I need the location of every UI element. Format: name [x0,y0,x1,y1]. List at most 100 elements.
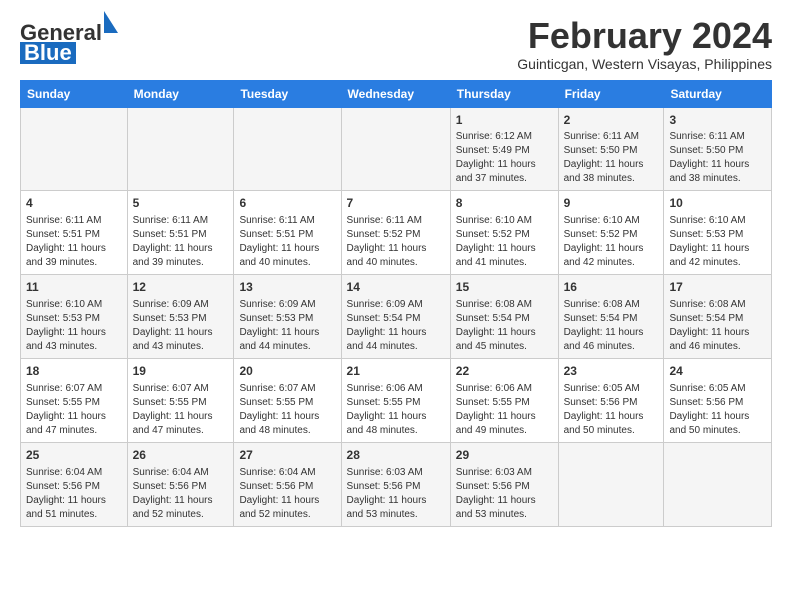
calendar-cell: 15 Sunrise: 6:08 AM Sunset: 5:54 PM Dayli… [450,275,558,359]
header-tuesday: Tuesday [234,80,341,107]
month-title: February 2024 [517,16,772,56]
calendar-cell: 2Sunrise: 6:11 AM Sunset: 5:50 PM Daylig… [558,107,664,191]
day-info: Sunrise: 6:05 AM Sunset: 5:56 PM Dayligh… [564,382,659,438]
calendar-cell: 29 Sunrise: 6:03 AM Sunset: 5:56 PM Dayli… [450,442,558,526]
logo: General Blue [20,20,104,64]
calendar-cell: 25 Sunrise: 6:04 AM Sunset: 5:56 PM Dayli… [21,442,128,526]
day-number: 24 [669,363,766,380]
header-monday: Monday [127,80,234,107]
day-info: Sunrise: 6:10 AM Sunset: 5:53 PM Dayligh… [669,214,766,270]
day-info: Sunrise: 6:10 AM Sunset: 5:52 PM Dayligh… [564,214,659,270]
day-info: Sunrise: 6:06 AM Sunset: 5:55 PM Dayligh… [456,382,553,438]
day-info: Sunrise: 6:04 AM Sunset: 5:56 PM Dayligh… [26,466,122,522]
calendar-cell: 17 Sunrise: 6:08 AM Sunset: 5:54 PM Dayli… [664,275,772,359]
day-number: 11 [26,279,122,296]
calendar-cell: 19Sunrise: 6:07 AM Sunset: 5:55 PM Dayli… [127,358,234,442]
day-number: 1 [456,112,553,129]
calendar-cell: 3Sunrise: 6:11 AM Sunset: 5:50 PM Daylig… [664,107,772,191]
day-info: Sunrise: 6:09 AM Sunset: 5:53 PM Dayligh… [133,298,229,354]
calendar-cell: 13Sunrise: 6:09 AM Sunset: 5:53 PM Dayli… [234,275,341,359]
calendar-cell [127,107,234,191]
calendar-cell: 11 Sunrise: 6:10 AM Sunset: 5:53 PM Dayli… [21,275,128,359]
day-number: 17 [669,279,766,296]
day-number: 20 [239,363,335,380]
day-info: Sunrise: 6:11 AM Sunset: 5:50 PM Dayligh… [669,130,766,186]
calendar-cell: 7 Sunrise: 6:11 AM Sunset: 5:52 PM Daylig… [341,191,450,275]
calendar-cell [558,442,664,526]
day-number: 27 [239,447,335,464]
header-wednesday: Wednesday [341,80,450,107]
day-info: Sunrise: 6:10 AM Sunset: 5:53 PM Dayligh… [26,298,122,354]
calendar-cell [21,107,128,191]
calendar-week-1: 1Sunrise: 6:12 AM Sunset: 5:49 PM Daylig… [21,107,772,191]
day-number: 5 [133,195,229,212]
title-area: February 2024 Guinticgan, Western Visaya… [517,16,772,72]
calendar-cell: 22 Sunrise: 6:06 AM Sunset: 5:55 PM Dayli… [450,358,558,442]
calendar-week-2: 4 Sunrise: 6:11 AM Sunset: 5:51 PM Daylig… [21,191,772,275]
calendar-week-3: 11 Sunrise: 6:10 AM Sunset: 5:53 PM Dayli… [21,275,772,359]
day-number: 8 [456,195,553,212]
day-number: 4 [26,195,122,212]
day-info: Sunrise: 6:11 AM Sunset: 5:51 PM Dayligh… [133,214,229,270]
calendar-week-4: 18 Sunrise: 6:07 AM Sunset: 5:55 PM Dayli… [21,358,772,442]
calendar-cell: 27 Sunrise: 6:04 AM Sunset: 5:56 PM Dayli… [234,442,341,526]
calendar-cell: 23Sunrise: 6:05 AM Sunset: 5:56 PM Dayli… [558,358,664,442]
day-info: Sunrise: 6:07 AM Sunset: 5:55 PM Dayligh… [239,382,335,438]
day-info: Sunrise: 6:07 AM Sunset: 5:55 PM Dayligh… [133,382,229,438]
day-number: 15 [456,279,553,296]
day-info: Sunrise: 6:08 AM Sunset: 5:54 PM Dayligh… [564,298,659,354]
day-info: Sunrise: 6:11 AM Sunset: 5:52 PM Dayligh… [347,214,445,270]
day-info: Sunrise: 6:08 AM Sunset: 5:54 PM Dayligh… [456,298,553,354]
day-number: 9 [564,195,659,212]
day-number: 2 [564,112,659,129]
day-info: Sunrise: 6:03 AM Sunset: 5:56 PM Dayligh… [456,466,553,522]
day-number: 29 [456,447,553,464]
header-row: Sunday Monday Tuesday Wednesday Thursday… [21,80,772,107]
day-info: Sunrise: 6:06 AM Sunset: 5:55 PM Dayligh… [347,382,445,438]
header-sunday: Sunday [21,80,128,107]
calendar-cell: 6Sunrise: 6:11 AM Sunset: 5:51 PM Daylig… [234,191,341,275]
day-number: 14 [347,279,445,296]
day-info: Sunrise: 6:04 AM Sunset: 5:56 PM Dayligh… [133,466,229,522]
calendar-cell: 12 Sunrise: 6:09 AM Sunset: 5:53 PM Dayli… [127,275,234,359]
page-header: General Blue February 2024 Guinticgan, W… [20,16,772,72]
header-thursday: Thursday [450,80,558,107]
day-number: 21 [347,363,445,380]
day-number: 25 [26,447,122,464]
calendar-cell: 28Sunrise: 6:03 AM Sunset: 5:56 PM Dayli… [341,442,450,526]
calendar-cell: 20 Sunrise: 6:07 AM Sunset: 5:55 PM Dayli… [234,358,341,442]
calendar-cell: 10 Sunrise: 6:10 AM Sunset: 5:53 PM Dayli… [664,191,772,275]
day-number: 7 [347,195,445,212]
calendar-cell [341,107,450,191]
calendar-cell: 4 Sunrise: 6:11 AM Sunset: 5:51 PM Daylig… [21,191,128,275]
day-info: Sunrise: 6:07 AM Sunset: 5:55 PM Dayligh… [26,382,122,438]
day-number: 3 [669,112,766,129]
location-subtitle: Guinticgan, Western Visayas, Philippines [517,56,772,72]
day-info: Sunrise: 6:05 AM Sunset: 5:56 PM Dayligh… [669,382,766,438]
calendar-cell: 8 Sunrise: 6:10 AM Sunset: 5:52 PM Daylig… [450,191,558,275]
day-info: Sunrise: 6:11 AM Sunset: 5:51 PM Dayligh… [26,214,122,270]
day-info: Sunrise: 6:10 AM Sunset: 5:52 PM Dayligh… [456,214,553,270]
calendar-cell: 21 Sunrise: 6:06 AM Sunset: 5:55 PM Dayli… [341,358,450,442]
calendar-cell: 1Sunrise: 6:12 AM Sunset: 5:49 PM Daylig… [450,107,558,191]
day-number: 10 [669,195,766,212]
calendar-cell: 24 Sunrise: 6:05 AM Sunset: 5:56 PM Dayli… [664,358,772,442]
day-number: 12 [133,279,229,296]
day-number: 26 [133,447,229,464]
calendar-table: Sunday Monday Tuesday Wednesday Thursday… [20,80,772,527]
calendar-cell: 26 Sunrise: 6:04 AM Sunset: 5:56 PM Dayli… [127,442,234,526]
day-number: 16 [564,279,659,296]
day-number: 6 [239,195,335,212]
day-info: Sunrise: 6:09 AM Sunset: 5:54 PM Dayligh… [347,298,445,354]
day-number: 22 [456,363,553,380]
calendar-cell: 18 Sunrise: 6:07 AM Sunset: 5:55 PM Dayli… [21,358,128,442]
day-number: 18 [26,363,122,380]
calendar-cell: 14 Sunrise: 6:09 AM Sunset: 5:54 PM Dayli… [341,275,450,359]
logo-blue: Blue [24,40,72,66]
day-info: Sunrise: 6:04 AM Sunset: 5:56 PM Dayligh… [239,466,335,522]
day-number: 13 [239,279,335,296]
header-saturday: Saturday [664,80,772,107]
calendar-cell: 16 Sunrise: 6:08 AM Sunset: 5:54 PM Dayli… [558,275,664,359]
day-info: Sunrise: 6:08 AM Sunset: 5:54 PM Dayligh… [669,298,766,354]
calendar-week-5: 25 Sunrise: 6:04 AM Sunset: 5:56 PM Dayli… [21,442,772,526]
